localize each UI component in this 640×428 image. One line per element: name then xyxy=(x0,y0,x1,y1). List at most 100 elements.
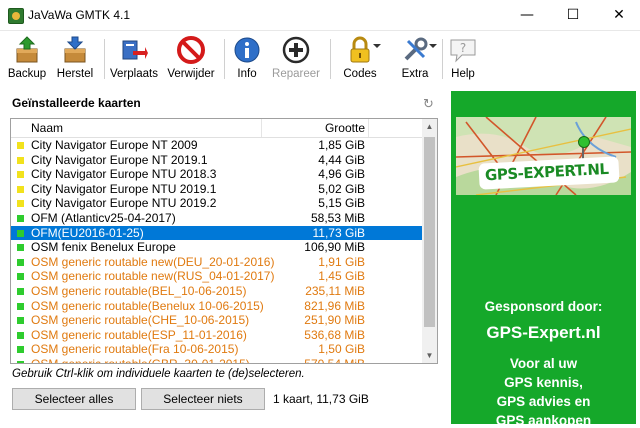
map-row[interactable]: OFM (Atlanticv25-04-2017) 58,53 MiB xyxy=(11,211,422,226)
map-status-color-icon xyxy=(17,317,24,325)
delete-icon xyxy=(176,35,206,65)
vertical-scrollbar[interactable]: ▲ ▼ xyxy=(422,119,437,363)
map-name: OSM generic routable(ESP_11-01-2016) xyxy=(31,327,247,342)
map-size: 4,96 GiB xyxy=(318,167,365,182)
map-name: OSM generic routable(Fra 10-06-2015) xyxy=(31,342,239,357)
map-status-color-icon xyxy=(17,273,24,281)
codes-dropdown-arrow-icon[interactable] xyxy=(373,44,381,48)
herstel-button[interactable]: Herstel xyxy=(54,35,96,83)
map-status-color-icon xyxy=(17,171,24,179)
map-row[interactable]: OSM generic routable new(DEU_20-01-2016)… xyxy=(11,255,422,270)
verwijder-button[interactable]: Verwijder xyxy=(164,35,218,83)
map-status-color-icon xyxy=(17,214,24,222)
map-name: OSM fenix Benelux Europe xyxy=(31,240,176,255)
map-row[interactable]: OSM generic routable(GBR_30-01-2015) 570,… xyxy=(11,356,422,364)
map-size: 4,44 GiB xyxy=(318,152,365,167)
scroll-down-icon[interactable]: ▼ xyxy=(422,348,437,363)
toolbar-separator xyxy=(224,39,225,79)
map-name: OFM (Atlanticv25-04-2017) xyxy=(31,210,176,225)
map-row[interactable]: OSM generic routable(Benelux 10-06-2015)… xyxy=(11,299,422,314)
help-icon: ? xyxy=(448,35,478,65)
map-status-color-icon xyxy=(17,156,24,164)
map-status-color-icon xyxy=(17,302,24,310)
map-row[interactable]: OSM generic routable(Fra 10-06-2015) 1,50… xyxy=(11,342,422,357)
list-header: Naam Grootte xyxy=(11,119,422,138)
map-size: 1,45 GiB xyxy=(318,269,365,284)
map-size: 821,96 MiB xyxy=(304,298,365,313)
map-name: OSM generic routable(GBR_30-01-2015) xyxy=(31,356,250,364)
selection-hint: Gebruik Ctrl-klik om individuele kaarten… xyxy=(12,368,305,380)
info-button[interactable]: Info xyxy=(230,35,264,83)
map-size: 536,68 MiB xyxy=(304,327,365,342)
extra-dropdown-arrow-icon[interactable] xyxy=(429,44,437,48)
map-status-color-icon xyxy=(17,229,24,237)
map-size: 106,90 MiB xyxy=(304,240,365,255)
map-status-color-icon xyxy=(17,244,24,252)
map-status-color-icon xyxy=(17,142,24,149)
sponsor-banner[interactable]: GPS-EXPERT.NL Gesponsord door: GPS-Exper… xyxy=(451,91,636,428)
minimize-button[interactable]: — xyxy=(504,0,550,30)
maps-list[interactable]: Naam Grootte City Navigator Europe NT 20… xyxy=(10,118,438,364)
column-header-name[interactable]: Naam xyxy=(31,121,63,135)
toolbar-separator xyxy=(442,39,443,79)
map-size: 5,02 GiB xyxy=(318,181,365,196)
ad-line-4: GPS aankopen xyxy=(495,413,592,428)
scrollbar-thumb[interactable] xyxy=(424,137,435,327)
map-size: 58,53 MiB xyxy=(310,210,365,225)
backup-button[interactable]: Backup xyxy=(6,35,48,83)
map-row[interactable]: OFM(EU2016-01-25) 11,73 GiB xyxy=(11,225,422,241)
app-icon xyxy=(8,8,24,24)
map-name: OSM generic routable new(RUS_04-01-2017) xyxy=(31,269,275,284)
map-size: 570,54 MiB xyxy=(304,356,365,364)
sponsored-by-label: Gesponsord door: xyxy=(484,299,603,314)
scroll-up-icon[interactable]: ▲ xyxy=(422,119,437,134)
info-icon xyxy=(232,35,262,65)
plus-icon xyxy=(281,35,311,65)
backup-icon xyxy=(12,35,42,65)
map-row[interactable]: City Navigator Europe NT 2009 1,85 GiB xyxy=(11,138,422,153)
ad-line-1: Voor al uw xyxy=(509,356,578,371)
map-name: OFM(EU2016-01-25) xyxy=(31,225,144,240)
map-name: City Navigator Europe NTU 2019.1 xyxy=(31,181,217,196)
maximize-button[interactable]: ☐ xyxy=(550,0,596,30)
repareer-button[interactable]: Repareer xyxy=(270,35,322,83)
map-name: OSM generic routable new(DEU_20-01-2016) xyxy=(31,254,275,269)
map-status-color-icon xyxy=(17,258,24,266)
map-row[interactable]: OSM generic routable(ESP_11-01-2016) 536,… xyxy=(11,328,422,343)
ad-line-3: GPS advies en xyxy=(496,394,591,409)
map-row[interactable]: OSM fenix Benelux Europe 106,90 MiB xyxy=(11,240,422,255)
map-row[interactable]: City Navigator Europe NTU 2019.2 5,15 GiB xyxy=(11,196,422,211)
map-status-color-icon xyxy=(17,200,24,208)
map-size: 235,11 MiB xyxy=(305,283,365,298)
select-none-button[interactable]: Selecteer niets xyxy=(141,388,265,410)
map-size: 1,91 GiB xyxy=(318,254,365,269)
title-bar: JaVaWa GMTK 4.1 — ☐ ✕ xyxy=(0,0,640,31)
codes-button[interactable]: Codes xyxy=(336,35,384,83)
help-button[interactable]: ? Help xyxy=(446,35,480,83)
lock-icon xyxy=(345,35,375,65)
map-row[interactable]: OSM generic routable(BEL_10-06-2015) 235,… xyxy=(11,284,422,299)
column-header-size[interactable]: Grootte xyxy=(261,119,369,137)
map-row[interactable]: City Navigator Europe NTU 2018.3 4,96 GiB xyxy=(11,167,422,182)
map-name: City Navigator Europe NT 2019.1 xyxy=(31,152,208,167)
map-name: OSM generic routable(CHE_10-06-2015) xyxy=(31,313,250,328)
select-all-button[interactable]: Selecteer alles xyxy=(12,388,136,410)
map-row[interactable]: City Navigator Europe NTU 2019.1 5,02 GiB xyxy=(11,182,422,197)
extra-button[interactable]: Extra xyxy=(394,35,436,83)
map-row[interactable]: OSM generic routable(CHE_10-06-2015) 251,… xyxy=(11,313,422,328)
move-icon xyxy=(119,35,149,65)
close-button[interactable]: ✕ xyxy=(596,0,640,30)
installed-maps-title: Geïnstalleerde kaarten xyxy=(12,96,141,110)
map-size: 251,90 MiB xyxy=(304,313,365,328)
restore-icon xyxy=(60,35,90,65)
refresh-icon[interactable]: ↻ xyxy=(423,98,437,112)
map-status-color-icon xyxy=(17,346,24,354)
map-row[interactable]: OSM generic routable new(RUS_04-01-2017)… xyxy=(11,269,422,284)
map-name: City Navigator Europe NT 2009 xyxy=(31,138,198,152)
map-row[interactable]: City Navigator Europe NT 2019.1 4,44 GiB xyxy=(11,153,422,168)
verplaats-button[interactable]: Verplaats xyxy=(110,35,158,83)
window-title: JaVaWa GMTK 4.1 xyxy=(28,8,131,22)
map-name: OSM generic routable(BEL_10-06-2015) xyxy=(31,283,247,298)
map-name: OSM generic routable(Benelux 10-06-2015) xyxy=(31,298,264,313)
map-size: 5,15 GiB xyxy=(318,196,365,211)
